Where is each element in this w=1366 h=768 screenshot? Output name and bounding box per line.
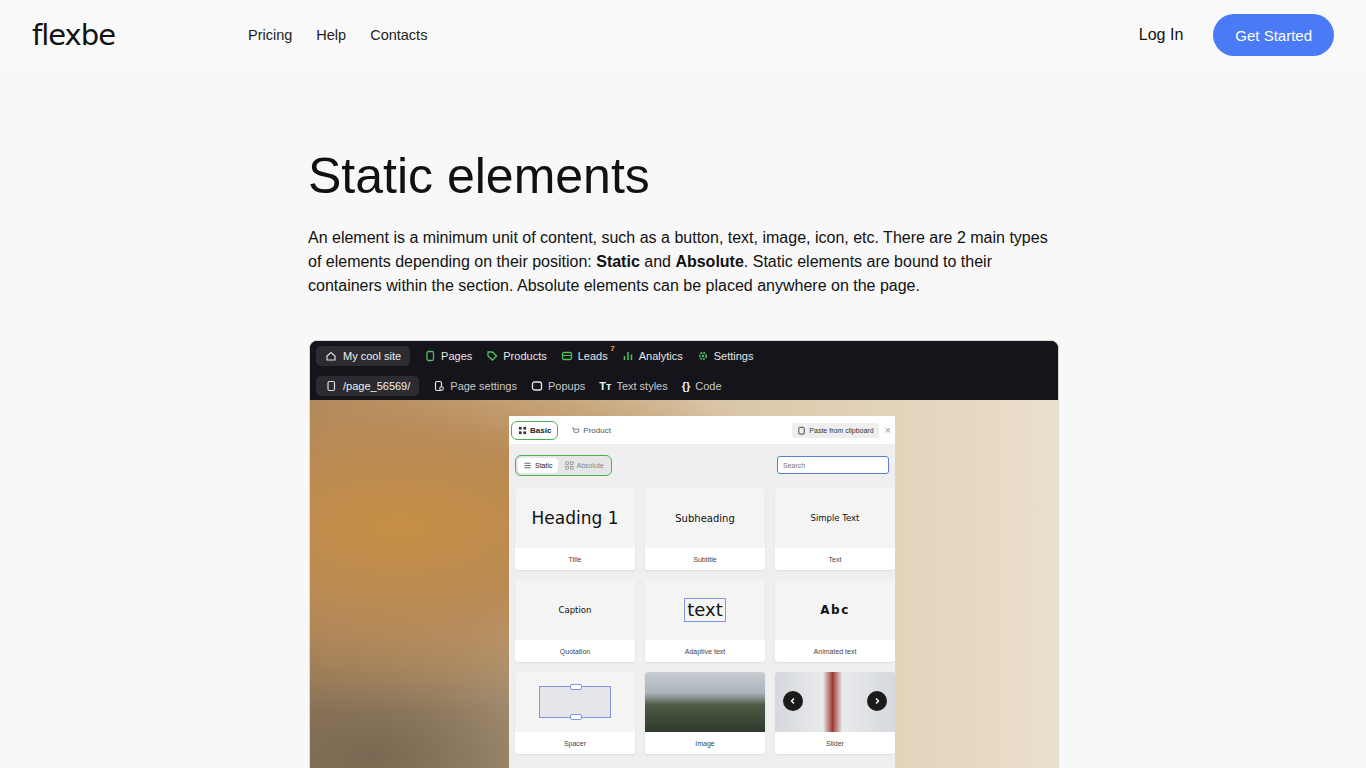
page-settings-icon	[433, 380, 445, 392]
get-started-button[interactable]: Get Started	[1213, 14, 1334, 56]
editor-toolbar-item[interactable]: Tт Text styles	[599, 380, 667, 392]
popup-icon	[531, 380, 543, 392]
gear-icon	[697, 350, 709, 362]
element-card[interactable]: Heading 1 Title	[515, 488, 635, 570]
bold-text: Static	[596, 253, 640, 270]
toolbar-glyph-icon: Tт	[599, 380, 611, 392]
chart-icon	[622, 350, 634, 362]
logo[interactable]: flexbe	[32, 18, 128, 52]
preview-text: Abc	[820, 603, 850, 617]
preview-text: Heading 1	[532, 508, 619, 528]
page: flexbe Pricing Help Contacts Log In Get St…	[0, 0, 1366, 768]
card-label: Spacer	[515, 732, 635, 754]
element-card[interactable]: Abc Animated text	[775, 580, 895, 662]
preview-text: Subheading	[675, 513, 734, 524]
card-preview: Heading 1	[515, 488, 635, 548]
preview-text: Caption	[559, 605, 592, 615]
editor-toolbar-item[interactable]: {} Code	[682, 380, 722, 392]
card-preview	[775, 672, 895, 732]
paste-button[interactable]: Paste from clipboard	[792, 423, 878, 438]
editor-menu-item[interactable]: Leads 7	[561, 350, 608, 362]
tag-icon	[486, 350, 498, 362]
close-button[interactable]: ×	[885, 424, 891, 436]
article-title: Static elements	[308, 146, 1058, 206]
spacer-box	[539, 686, 611, 718]
image-thumbnail	[645, 672, 765, 732]
card-preview: Abc	[775, 580, 895, 640]
panel-header: Basic Product Paste from clipboard ×	[509, 416, 895, 444]
editor-toolbar-item[interactable]: Popups	[531, 380, 585, 392]
element-card[interactable]: Spacer	[515, 672, 635, 754]
chevron-right-icon	[867, 691, 887, 711]
clipboard-icon	[797, 426, 806, 435]
mode-switch: Static Absolute	[515, 455, 612, 476]
element-grid: Heading 1 TitleSubheading SubtitleSimple…	[515, 488, 889, 754]
panel-tab[interactable]: Basic	[511, 421, 558, 440]
panel-controls: Static Absolute	[515, 452, 889, 478]
inbox-icon	[561, 350, 573, 362]
card-label: Quotation	[515, 640, 635, 662]
editor-menu-item[interactable]: Products	[486, 350, 546, 362]
page-icon	[424, 350, 436, 362]
list-icon	[523, 461, 532, 470]
text: and	[640, 253, 676, 270]
file-icon	[325, 380, 337, 392]
editor-menu-item[interactable]: Pages	[424, 350, 472, 362]
card-label: Slider	[775, 732, 895, 754]
nav-link[interactable]: Help	[316, 27, 346, 43]
article: Static elements An element is a minimum …	[308, 70, 1058, 768]
panel-body: Static Absolute Heading 1 TitleSubheadin…	[509, 444, 895, 762]
nav-link[interactable]: Pricing	[248, 27, 292, 43]
editor-menu-item[interactable]: Analytics	[622, 350, 683, 362]
element-card[interactable]: Simple Text Text	[775, 488, 895, 570]
background-photo: Basic Product Paste from clipboard × Sta…	[310, 400, 1058, 768]
grid-icon	[518, 426, 527, 435]
panel-tab[interactable]: Product	[564, 421, 618, 440]
editor-menu: My cool site Pages Products Leads 7 Anal…	[316, 344, 1052, 368]
card-preview	[645, 672, 765, 732]
bold-text: Absolute	[675, 253, 743, 270]
leads-badge: 7	[610, 344, 614, 353]
card-preview: Simple Text	[775, 488, 895, 548]
editor-screenshot: My cool site Pages Products Leads 7 Anal…	[309, 340, 1059, 768]
editor-topbar: My cool site Pages Products Leads 7 Anal…	[310, 341, 1058, 400]
article-intro: An element is a minimum unit of content,…	[308, 226, 1058, 298]
scatter-icon	[565, 461, 574, 470]
site-header: flexbe Pricing Help Contacts Log In Get St…	[0, 0, 1366, 70]
editor-menu-item[interactable]: Settings	[697, 350, 754, 362]
editor-toolbar: /page_56569/ Page settings Popups Tт Text…	[316, 374, 1052, 398]
slider-thumbnail	[775, 672, 895, 732]
card-preview	[515, 672, 635, 732]
card-preview: Subheading	[645, 488, 765, 548]
card-label: Animated text	[775, 640, 895, 662]
mode-option[interactable]: Static	[518, 458, 558, 473]
site-pill[interactable]: My cool site	[316, 346, 410, 366]
page-pill[interactable]: /page_56569/	[316, 376, 419, 396]
card-label: Adaptive text	[645, 640, 765, 662]
preview-text: Simple Text	[811, 513, 860, 523]
main-nav: Pricing Help Contacts	[248, 27, 427, 43]
card-preview: Caption	[515, 580, 635, 640]
card-label: Title	[515, 548, 635, 570]
login-link[interactable]: Log In	[1139, 26, 1183, 44]
card-label: Image	[645, 732, 765, 754]
element-card[interactable]: Image	[645, 672, 765, 754]
toolbar-glyph-icon: {}	[682, 380, 691, 392]
preview-text: text	[684, 598, 726, 622]
card-label: Subtitle	[645, 548, 765, 570]
element-card[interactable]: Caption Quotation	[515, 580, 635, 662]
home-icon	[325, 350, 337, 362]
card-preview: text	[645, 580, 765, 640]
cart-icon	[571, 426, 580, 435]
elements-panel: Basic Product Paste from clipboard × Sta…	[509, 416, 895, 768]
card-label: Text	[775, 548, 895, 570]
nav-link[interactable]: Contacts	[370, 27, 427, 43]
editor-toolbar-item[interactable]: Page settings	[433, 380, 517, 392]
element-card[interactable]: Slider	[775, 672, 895, 754]
chevron-left-icon	[783, 691, 803, 711]
element-card[interactable]: Subheading Subtitle	[645, 488, 765, 570]
mode-option[interactable]: Absolute	[560, 458, 609, 473]
element-card[interactable]: text Adaptive text	[645, 580, 765, 662]
search-input[interactable]	[777, 456, 889, 474]
